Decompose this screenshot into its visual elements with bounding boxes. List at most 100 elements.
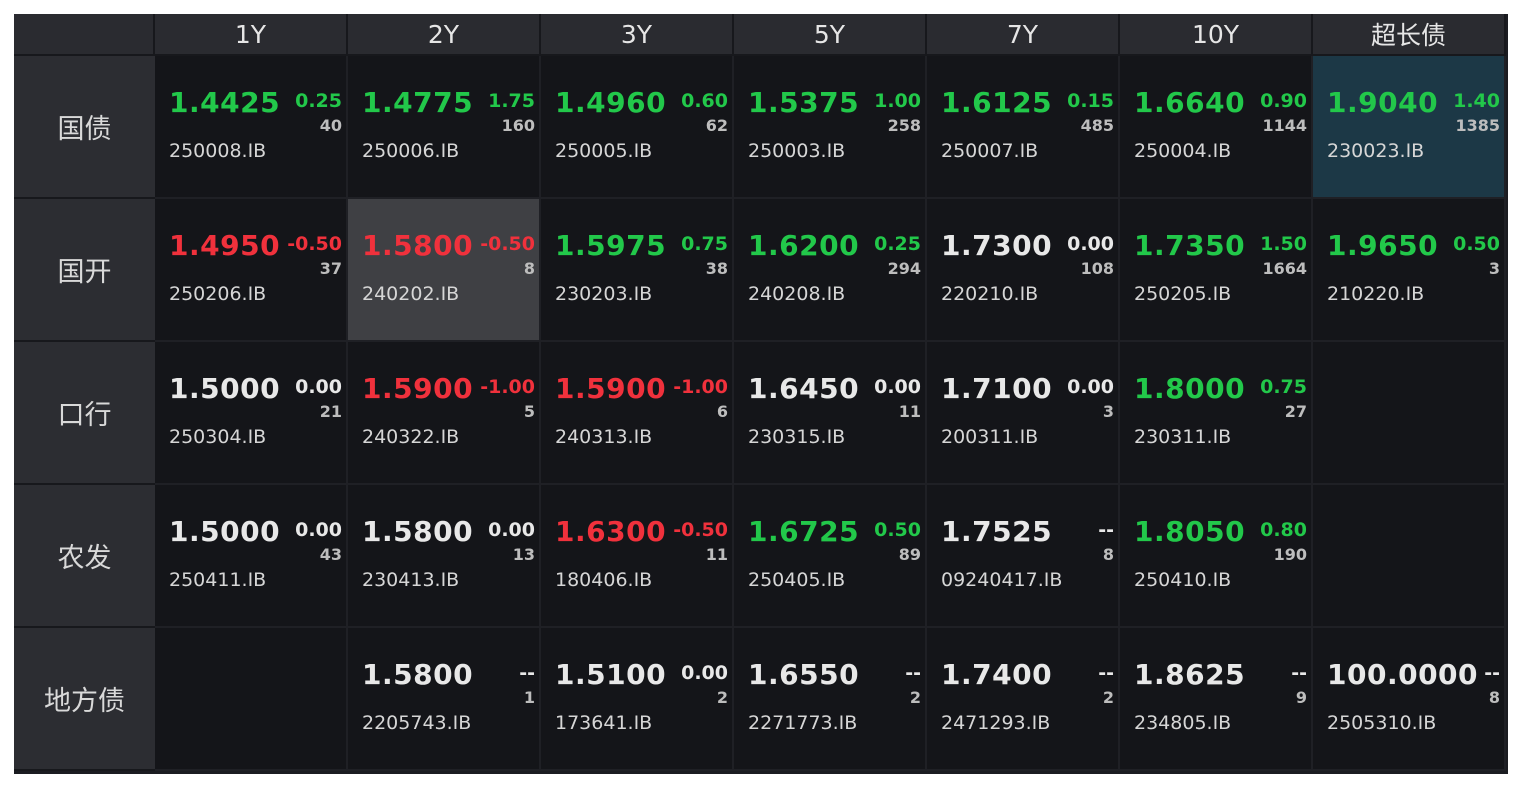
corner-header bbox=[14, 14, 155, 56]
quote-yield: 1.6550 bbox=[748, 658, 860, 691]
quote-yield: 1.4950 bbox=[169, 229, 281, 262]
row-label: 国债 bbox=[14, 56, 155, 199]
column-header-10y[interactable]: 10Y bbox=[1120, 14, 1313, 56]
quote-cell[interactable]: 1.4425 0.25 40 250008.IB bbox=[155, 56, 348, 199]
quote-cell[interactable]: 1.5375 1.00 258 250003.IB bbox=[734, 56, 927, 199]
bond-code: 230315.IB bbox=[748, 426, 846, 448]
bond-code: 250206.IB bbox=[169, 283, 267, 305]
quote-volume: 190 bbox=[1273, 545, 1307, 564]
quote-cell[interactable]: 1.7300 0.00 108 220210.IB bbox=[927, 199, 1120, 342]
row-label: 口行 bbox=[14, 342, 155, 485]
quote-cell[interactable]: 1.5975 0.75 38 230203.IB bbox=[541, 199, 734, 342]
quote-cell[interactable]: 1.9040 1.40 1385 230023.IB bbox=[1313, 56, 1506, 199]
bond-code: 173641.IB bbox=[555, 712, 653, 734]
quote-cell[interactable]: 1.5800 -- 1 2205743.IB bbox=[348, 628, 541, 771]
quote-change: 1.50 bbox=[1260, 233, 1307, 255]
quote-yield: 1.6450 bbox=[748, 372, 860, 405]
quote-volume: 21 bbox=[319, 402, 342, 421]
quote-volume: 258 bbox=[887, 116, 921, 135]
quote-yield: 1.4775 bbox=[362, 86, 474, 119]
quote-volume: 89 bbox=[898, 545, 921, 564]
quote-cell[interactable]: 100.0000 -- 8 2505310.IB bbox=[1313, 628, 1506, 771]
bond-code: 210220.IB bbox=[1327, 283, 1425, 305]
column-header-1y[interactable]: 1Y bbox=[155, 14, 348, 56]
quote-cell[interactable]: 1.5800 0.00 13 230413.IB bbox=[348, 485, 541, 628]
quote-change: 0.90 bbox=[1260, 90, 1307, 112]
quote-cell[interactable]: 1.8625 -- 9 234805.IB bbox=[1120, 628, 1313, 771]
quote-cell[interactable]: 1.5900 -1.00 5 240322.IB bbox=[348, 342, 541, 485]
column-header-ultra-long[interactable]: 超长债 bbox=[1313, 14, 1506, 56]
quote-cell[interactable]: 1.6125 0.15 485 250007.IB bbox=[927, 56, 1120, 199]
quote-cell[interactable]: 1.7400 -- 2 2471293.IB bbox=[927, 628, 1120, 771]
quote-cell[interactable]: 1.6450 0.00 11 230315.IB bbox=[734, 342, 927, 485]
column-header-5y[interactable]: 5Y bbox=[734, 14, 927, 56]
bond-code: 250004.IB bbox=[1134, 140, 1232, 162]
quote-cell[interactable]: 1.6725 0.50 89 250405.IB bbox=[734, 485, 927, 628]
quote-change: 0.00 bbox=[295, 519, 342, 541]
quote-cell[interactable]: 1.4950 -0.50 37 250206.IB bbox=[155, 199, 348, 342]
quote-yield: 1.7100 bbox=[941, 372, 1053, 405]
quote-cell[interactable]: 1.8050 0.80 190 250410.IB bbox=[1120, 485, 1313, 628]
quote-cell[interactable]: 1.6300 -0.50 11 180406.IB bbox=[541, 485, 734, 628]
quote-yield: 1.5800 bbox=[362, 658, 474, 691]
quote-volume: 2 bbox=[909, 688, 921, 707]
quote-change: 0.00 bbox=[1067, 233, 1114, 255]
bond-code: 250411.IB bbox=[169, 569, 267, 591]
quote-cell[interactable]: 1.6550 -- 2 2271773.IB bbox=[734, 628, 927, 771]
row-label: 地方债 bbox=[14, 628, 155, 771]
quote-yield: 1.8625 bbox=[1134, 658, 1246, 691]
bond-code: 220210.IB bbox=[941, 283, 1039, 305]
quote-cell bbox=[1313, 485, 1506, 628]
quote-yield: 1.5800 bbox=[362, 229, 474, 262]
quote-change: -- bbox=[1484, 662, 1500, 684]
quote-volume: 11 bbox=[705, 545, 728, 564]
quote-cell[interactable]: 1.8000 0.75 27 230311.IB bbox=[1120, 342, 1313, 485]
quote-volume: 43 bbox=[319, 545, 342, 564]
quote-change: 0.15 bbox=[1067, 90, 1114, 112]
quote-change: 0.75 bbox=[1260, 376, 1307, 398]
quote-volume: 8 bbox=[1102, 545, 1114, 564]
quote-volume: 38 bbox=[705, 259, 728, 278]
quote-cell[interactable]: 1.5000 0.00 21 250304.IB bbox=[155, 342, 348, 485]
quote-yield: 100.0000 bbox=[1327, 658, 1479, 691]
column-header-7y[interactable]: 7Y bbox=[927, 14, 1120, 56]
quote-yield: 1.5000 bbox=[169, 372, 281, 405]
quote-cell[interactable]: 1.9650 0.50 3 210220.IB bbox=[1313, 199, 1506, 342]
quote-cell[interactable]: 1.4775 1.75 160 250006.IB bbox=[348, 56, 541, 199]
quote-volume: 9 bbox=[1295, 688, 1307, 707]
quote-cell[interactable]: 1.5000 0.00 43 250411.IB bbox=[155, 485, 348, 628]
quote-cell[interactable]: 1.7350 1.50 1664 250205.IB bbox=[1120, 199, 1313, 342]
quote-change: -1.00 bbox=[673, 376, 728, 398]
bond-code: 250405.IB bbox=[748, 569, 846, 591]
bond-code: 250006.IB bbox=[362, 140, 460, 162]
quote-cell[interactable]: 1.6640 0.90 1144 250004.IB bbox=[1120, 56, 1313, 199]
quote-cell[interactable]: 1.5100 0.00 2 173641.IB bbox=[541, 628, 734, 771]
quote-cell[interactable]: 1.4960 0.60 62 250005.IB bbox=[541, 56, 734, 199]
quote-change: 0.50 bbox=[1453, 233, 1500, 255]
quote-yield: 1.5100 bbox=[555, 658, 667, 691]
quote-volume: 160 bbox=[501, 116, 535, 135]
quote-volume: 1144 bbox=[1262, 116, 1307, 135]
quote-change: -- bbox=[1098, 662, 1114, 684]
column-header-3y[interactable]: 3Y bbox=[541, 14, 734, 56]
quote-cell[interactable]: 1.5900 -1.00 6 240313.IB bbox=[541, 342, 734, 485]
quote-volume: 13 bbox=[512, 545, 535, 564]
bond-code: 250008.IB bbox=[169, 140, 267, 162]
quote-cell[interactable]: 1.5800 -0.50 8 240202.IB bbox=[348, 199, 541, 342]
quote-yield: 1.5000 bbox=[169, 515, 281, 548]
quote-volume: 294 bbox=[887, 259, 921, 278]
quote-yield: 1.9650 bbox=[1327, 229, 1439, 262]
bond-code: 250007.IB bbox=[941, 140, 1039, 162]
column-header-2y[interactable]: 2Y bbox=[348, 14, 541, 56]
quote-volume: 27 bbox=[1284, 402, 1307, 421]
quote-cell[interactable]: 1.7525 -- 8 09240417.IB bbox=[927, 485, 1120, 628]
quote-yield: 1.5800 bbox=[362, 515, 474, 548]
quote-cell[interactable]: 1.6200 0.25 294 240208.IB bbox=[734, 199, 927, 342]
bond-code: 230311.IB bbox=[1134, 426, 1232, 448]
quote-cell bbox=[155, 628, 348, 771]
quote-change: -- bbox=[1291, 662, 1307, 684]
quote-cell[interactable]: 1.7100 0.00 3 200311.IB bbox=[927, 342, 1120, 485]
quote-change: -0.50 bbox=[480, 233, 535, 255]
quote-volume: 11 bbox=[898, 402, 921, 421]
quote-yield: 1.7350 bbox=[1134, 229, 1246, 262]
